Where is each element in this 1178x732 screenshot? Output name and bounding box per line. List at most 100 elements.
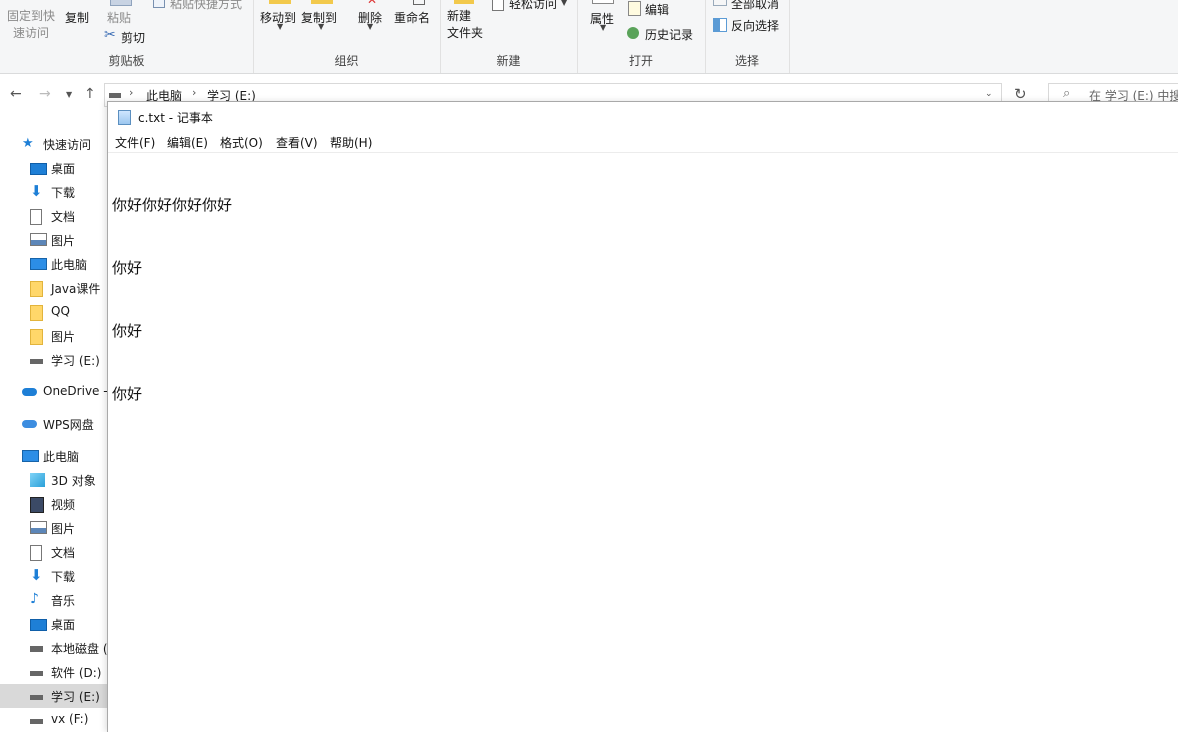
sidebar-item-label: 下载 xyxy=(51,570,76,584)
paste-button[interactable]: 粘贴 xyxy=(107,9,131,26)
download-icon: ⬇ xyxy=(30,566,43,584)
sidebar-item[interactable]: 此电脑 xyxy=(0,444,107,468)
open-group-label: 打开 xyxy=(628,54,653,68)
forward-arrow-icon[interactable]: → xyxy=(39,86,51,102)
text-line: 你好你好你好你好 xyxy=(112,196,233,214)
copy-button[interactable]: 复制 xyxy=(65,9,89,26)
sidebar-item[interactable]: OneDrive - xyxy=(0,380,108,404)
notepad-window: c.txt - 记事本 文件(F) 编辑(E) 格式(O) 查看(V) 帮助(H… xyxy=(107,101,1178,732)
sidebar-item-label: 软件 (D:) xyxy=(51,666,102,680)
document-icon xyxy=(30,209,42,225)
sidebar-item[interactable]: 文档 xyxy=(0,204,107,228)
sidebar-item-label: 本地磁盘 ( xyxy=(51,642,108,656)
pin-quick-access-button[interactable]: 固定到快 速访问 xyxy=(6,8,56,42)
3d-objects-icon xyxy=(30,473,45,487)
drive-icon xyxy=(30,359,43,364)
sidebar-item[interactable]: 学习 (E:) xyxy=(0,348,107,372)
new-folder-icon xyxy=(454,0,474,4)
sidebar-item-label: 图片 xyxy=(51,522,76,536)
select-none-icon xyxy=(713,0,727,6)
paste-icon xyxy=(110,0,132,6)
sidebar-item-label: 学习 (E:) xyxy=(51,690,100,704)
sidebar-item[interactable]: ⬇ 下载 xyxy=(0,180,107,204)
sidebar-item[interactable]: 桌面 xyxy=(0,156,107,180)
sidebar-item[interactable]: ⬇ 下载 xyxy=(0,564,107,588)
sidebar-item-label: 音乐 xyxy=(51,594,76,608)
sidebar-item[interactable]: 文档 xyxy=(0,540,107,564)
sidebar-item-label: 文档 xyxy=(51,546,76,560)
sidebar-item[interactable]: QQ xyxy=(0,300,107,324)
copy-to-icon xyxy=(311,0,333,4)
sidebar-item-label: 快速访问 xyxy=(43,138,92,152)
sidebar-item[interactable]: 学习 (E:) xyxy=(0,684,107,708)
history-button[interactable]: 历史记录 xyxy=(645,26,693,43)
select-none-button[interactable]: 全部取消 xyxy=(731,0,779,12)
delete-icon: ✕ xyxy=(367,0,378,7)
local-disk-icon xyxy=(30,646,43,652)
sidebar-item-label: 视频 xyxy=(51,498,76,512)
chevron-down-icon[interactable]: ⌄ xyxy=(985,89,993,99)
sidebar-item[interactable]: 图片 xyxy=(0,516,107,540)
cut-button[interactable]: 剪切 xyxy=(121,29,145,46)
drive-icon xyxy=(30,719,43,724)
menu-help[interactable]: 帮助(H) xyxy=(330,134,372,151)
sidebar-item[interactable]: 3D 对象 xyxy=(0,468,107,492)
sidebar-item[interactable]: 此电脑 xyxy=(0,252,107,276)
sidebar-item[interactable]: 本地磁盘 ( xyxy=(0,636,108,660)
new-group: 新建 文件夹 轻松访问 ▼ 新建 xyxy=(440,0,578,73)
invert-selection-button[interactable]: 反向选择 xyxy=(731,17,779,34)
sidebar-item[interactable]: ♪ 音乐 xyxy=(0,588,107,612)
back-arrow-icon[interactable]: ← xyxy=(10,86,22,102)
ribbon: 固定到快 速访问 复制 粘贴 粘贴快捷方式 ✂ 剪切 剪贴板 移动到 ▼ 复制到… xyxy=(0,0,1178,74)
sidebar-item-label: WPS网盘 xyxy=(43,418,94,432)
sidebar-item-label: 文档 xyxy=(51,210,76,224)
desktop-icon xyxy=(30,163,47,175)
desktop-icon xyxy=(30,619,47,631)
notepad-icon xyxy=(118,110,131,125)
picture-icon xyxy=(30,233,47,246)
sidebar-item[interactable]: Java课件 xyxy=(0,276,107,300)
folder-icon xyxy=(30,305,43,321)
notepad-text-area[interactable]: 你好你好你好你好 你好 你好 你好 xyxy=(112,153,232,447)
video-icon xyxy=(30,497,44,513)
open-group: 属性 ▼ 编辑 历史记录 打开 xyxy=(577,0,706,73)
computer-icon xyxy=(22,450,39,462)
sidebar-item-label: OneDrive - xyxy=(43,384,108,398)
recent-locations-chevron-icon[interactable]: ▼ xyxy=(66,90,72,99)
edit-button[interactable]: 编辑 xyxy=(645,1,669,18)
chevron-down-icon: ▼ xyxy=(367,22,374,31)
sidebar-item[interactable]: 图片 xyxy=(0,324,107,348)
sidebar-item-label: QQ xyxy=(51,304,70,318)
sidebar-item[interactable]: 软件 (D:) xyxy=(0,660,107,684)
organize-group-label: 组织 xyxy=(334,54,359,68)
sidebar-item[interactable]: WPS网盘 xyxy=(0,412,107,436)
chevron-down-icon: ▼ xyxy=(277,22,284,31)
sidebar-item[interactable]: ★ 快速访问 xyxy=(0,132,107,156)
clipboard-group: 固定到快 速访问 复制 粘贴 粘贴快捷方式 ✂ 剪切 剪贴板 xyxy=(0,0,254,73)
sidebar-item-label: 桌面 xyxy=(51,162,76,176)
folder-icon xyxy=(30,281,43,297)
sidebar-item[interactable]: 图片 xyxy=(0,228,107,252)
menu-view[interactable]: 查看(V) xyxy=(276,134,318,151)
easy-access-button[interactable]: 轻松访问 xyxy=(509,0,557,12)
menu-file[interactable]: 文件(F) xyxy=(115,134,155,151)
chevron-down-icon: ▼ xyxy=(600,23,607,32)
up-arrow-icon[interactable]: ↑ xyxy=(84,86,96,102)
organize-group: 移动到 ▼ 复制到 ▼ ✕ 删除 ▼ 重命名 组织 xyxy=(253,0,441,73)
text-line: 你好 xyxy=(112,259,143,277)
menu-format[interactable]: 格式(O) xyxy=(220,134,263,151)
sidebar-item[interactable]: vx (F:) xyxy=(0,708,107,732)
new-folder-label-2: 文件夹 xyxy=(447,26,484,40)
easy-access-icon xyxy=(492,0,504,11)
new-folder-button[interactable]: 新建 文件夹 xyxy=(447,8,483,42)
rename-button[interactable]: 重命名 xyxy=(394,9,430,26)
select-group-label: 选择 xyxy=(734,54,759,68)
paste-shortcut-button[interactable]: 粘贴快捷方式 xyxy=(170,0,242,12)
sidebar-item-label: 此电脑 xyxy=(43,450,80,464)
sidebar-item-label: 此电脑 xyxy=(51,258,88,272)
sidebar-item[interactable]: 视频 xyxy=(0,492,107,516)
edit-icon xyxy=(628,1,641,16)
menu-edit[interactable]: 编辑(E) xyxy=(167,134,208,151)
sidebar-item-label: 学习 (E:) xyxy=(51,354,100,368)
sidebar-item[interactable]: 桌面 xyxy=(0,612,107,636)
